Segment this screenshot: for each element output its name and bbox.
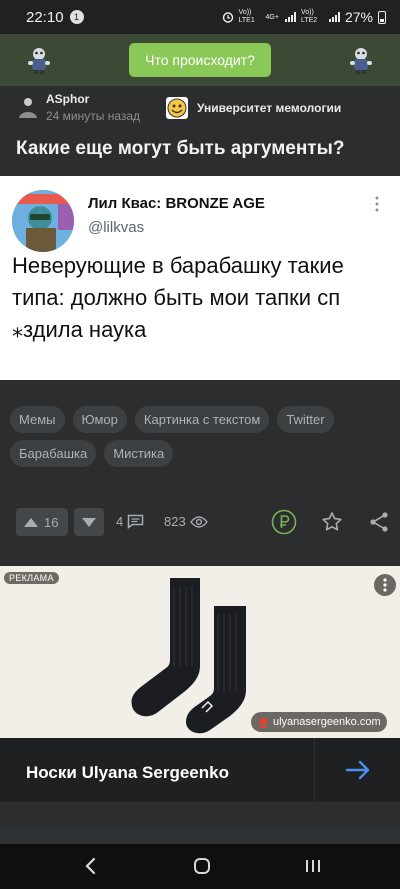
- ad-title[interactable]: Носки Ulyana Sergeenko: [26, 763, 229, 783]
- views-counter: 823: [164, 514, 208, 529]
- tag-item[interactable]: Картинка с текстом: [134, 406, 270, 433]
- tag-list: Мемы Юмор Картинка с текстом Twitter Бар…: [10, 406, 390, 467]
- ad-title-bar[interactable]: Носки Ulyana Sergeenko: [0, 738, 400, 802]
- app-header: Что происходит?: [0, 34, 400, 86]
- sim2-label: Vo)) LTE2: [300, 9, 318, 24]
- tag-item[interactable]: Twitter: [277, 406, 334, 433]
- donate-ruble-icon[interactable]: [271, 509, 297, 535]
- comments-count: 4: [116, 514, 124, 529]
- mascot-left-icon[interactable]: [26, 46, 52, 74]
- sim1-label: Vo)) LTE1: [238, 9, 255, 24]
- ad-block[interactable]: РЕКЛАМА ulyanasergeenko.com Носки Ulyana…: [0, 566, 400, 806]
- battery-icon: [378, 10, 386, 24]
- home-icon[interactable]: [189, 854, 215, 878]
- tag-item[interactable]: Барабашка: [10, 440, 97, 467]
- author-name[interactable]: ASphor: [46, 92, 89, 106]
- mascot-right-icon[interactable]: [348, 46, 374, 74]
- views-count: 823: [164, 514, 186, 529]
- upvote-button[interactable]: 16: [16, 508, 68, 536]
- battery-percent: 27%: [344, 9, 373, 25]
- tag-item[interactable]: Юмор: [72, 406, 127, 433]
- network-type-label: 4G+: [265, 13, 279, 21]
- post-actions: 16 4 823: [16, 508, 390, 538]
- signal-icon-2: [328, 11, 340, 22]
- tweet-more-icon: [375, 196, 379, 212]
- community-name[interactable]: Университет мемологии: [197, 101, 341, 115]
- ad-more-button[interactable]: [374, 574, 396, 596]
- arrow-up-icon: [24, 517, 38, 527]
- ad-url: ulyanasergeenko.com: [273, 716, 381, 728]
- comment-icon: [127, 514, 144, 529]
- tag-item[interactable]: Мистика: [104, 440, 174, 467]
- tweet-text: Неверующие в барабашку такие типа: должн…: [12, 253, 344, 342]
- eye-icon: [189, 515, 208, 528]
- arrow-down-icon: [82, 517, 96, 527]
- status-icons: Vo)) LTE1 4G+ Vo)) LTE2 27%: [222, 9, 386, 25]
- downvote-button[interactable]: [74, 508, 104, 536]
- recent-apps-icon[interactable]: [300, 854, 326, 878]
- ad-label-badge: РЕКЛАМА: [4, 572, 59, 584]
- tweet-handle: @lilkvas: [88, 219, 145, 236]
- system-nav-bar: [0, 844, 400, 889]
- comments-button[interactable]: 4: [116, 514, 144, 529]
- signal-icon: [284, 11, 296, 22]
- more-vertical-icon: [383, 578, 387, 592]
- community-icon[interactable]: [166, 97, 188, 119]
- status-bar: 22:10 1 Vo)) LTE1 4G+ Vo)) LTE2 27%: [0, 0, 400, 34]
- next-post-preview: [0, 826, 400, 844]
- whats-happening-button[interactable]: Что происходит?: [129, 43, 271, 77]
- alarm-icon: [222, 12, 233, 23]
- ad-open-button[interactable]: [314, 738, 400, 802]
- tweet-card[interactable]: Лил Квас: BRONZE AGE @lilkvas Неверующие…: [0, 176, 400, 380]
- ad-image[interactable]: РЕКЛАМА ulyanasergeenko.com: [0, 566, 400, 738]
- status-time: 22:10: [26, 8, 64, 26]
- arrow-right-icon: [345, 760, 369, 780]
- share-icon[interactable]: [366, 509, 392, 535]
- rating-count: 16: [44, 514, 59, 530]
- save-star-icon[interactable]: [319, 509, 345, 535]
- post-meta: ASphor 24 минуты назад Университет мемол…: [16, 92, 386, 126]
- notification-count-badge: 1: [69, 10, 84, 24]
- author-avatar[interactable]: [16, 96, 40, 118]
- tag-item[interactable]: Мемы: [10, 406, 65, 433]
- tweet-author-name: Лил Квас: BRONZE AGE: [88, 195, 265, 212]
- rocking-horse-icon: [257, 717, 269, 728]
- post-title[interactable]: Какие еще могут быть аргументы?: [16, 138, 344, 160]
- back-icon[interactable]: [78, 854, 104, 878]
- tweet-avatar: [12, 190, 74, 252]
- ad-url-chip[interactable]: ulyanasergeenko.com: [251, 712, 387, 732]
- post-time: 24 минуты назад: [46, 109, 141, 123]
